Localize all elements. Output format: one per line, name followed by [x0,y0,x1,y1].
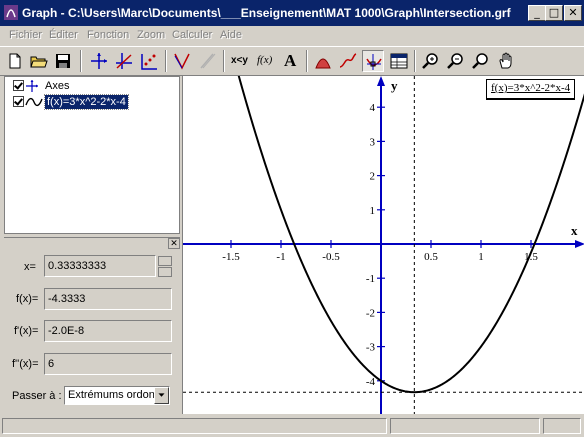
maximize-button[interactable]: □ [545,5,563,21]
x-tick-label: -0.5 [322,251,340,263]
curve-icon [25,97,43,107]
x-label: x= [24,261,36,273]
x-axis-arrow [575,240,584,248]
zoom-out-icon[interactable] [445,50,467,72]
axes-checkbox[interactable] [13,80,24,91]
toolbar: x<y f(x) A [0,46,584,76]
x-spin-down[interactable] [158,267,172,277]
fpx-label: f'(x)= [14,325,39,337]
toolbar-separator [165,50,167,72]
axes-icon [26,80,38,92]
menu-calculer[interactable]: Calculer [172,29,212,41]
insert-shading-icon[interactable] [196,50,218,72]
fpx-value-field: -2.0E-8 [44,320,172,342]
trendline-icon[interactable] [337,50,359,72]
zoom-window-icon[interactable] [470,50,492,72]
x-tick-label: -1.5 [222,251,240,263]
goto-select[interactable]: Extrémums ordonnée [64,386,170,405]
tree-item-label: Axes [45,80,70,92]
fppx-value-field: 6 [44,353,172,375]
status-pane-extra [543,418,581,434]
graph-canvas[interactable]: -1.5 -1 -0.5 0.5 1 1.5 4 3 2 1 -1 -2 -3 -4 x y f(x)=3*x… [182,0,584,414]
new-file-icon[interactable] [4,50,26,72]
table-icon[interactable] [388,50,410,72]
y-tick-label: 3 [370,136,376,148]
x-axis-label: x [571,223,578,238]
insert-axes-icon[interactable] [88,50,110,72]
title-bar: Graph - C:\Users\Marc\Documents\___Ensei… [0,0,584,26]
plot-svg[interactable]: -1.5 -1 -0.5 0.5 1 1.5 4 3 2 1 -1 -2 -3 -4 x y [183,0,584,414]
minimize-button[interactable]: _ [528,5,546,21]
evaluate-icon[interactable] [362,50,384,72]
f-of-x-label[interactable]: f(x) [255,50,277,72]
y-tick-label: -3 [366,342,376,354]
panel-header: ✕ [4,237,180,249]
insert-function-icon[interactable] [113,50,135,72]
fppx-label: f''(x)= [12,358,39,370]
insert-tangent-icon[interactable] [171,50,193,72]
move-hand-icon[interactable] [495,50,517,72]
y-tick-label: -2 [366,307,375,319]
x-equals-y-label[interactable]: x<y [229,50,251,72]
close-button[interactable]: ✕ [564,5,582,21]
status-pane-coords [390,418,540,434]
menu-bar: Fichier Éditer Fonction Zoom Calculer Ai… [0,26,584,45]
x-tick-label: 1 [478,251,484,263]
graph-legend: f(x)=3*x^2-2*x-4 [486,79,576,100]
y-tick-label: -1 [366,273,375,285]
menu-fonction[interactable]: Fonction [87,29,129,41]
goto-label: Passer à : [12,390,62,402]
save-icon[interactable] [52,50,74,72]
function-checkbox[interactable] [13,96,24,107]
panel-close-button[interactable]: ✕ [168,238,180,249]
y-tick-label: -4 [366,376,376,388]
toolbar-separator [223,50,225,72]
y-tick-label: 1 [370,205,376,217]
status-bar [0,415,584,437]
open-folder-icon[interactable] [28,50,50,72]
menu-editer[interactable]: Éditer [49,29,78,41]
status-pane-main [2,418,387,434]
y-axis-arrow [377,76,385,86]
y-tick-label: 4 [370,102,376,114]
tree-item-axes[interactable]: Axes [5,77,175,93]
chevron-down-icon[interactable] [154,387,169,404]
app-icon [4,5,18,20]
x-tick-label: -1 [276,251,285,263]
function-tree: Axes f(x)=3*x^2-2*x-4 [4,76,180,234]
insert-label-icon[interactable]: A [280,50,302,72]
zoom-in-icon[interactable] [420,50,442,72]
x-tick-label: 0.5 [424,251,438,263]
x-tick-label: 1.5 [524,251,538,263]
x-spin-up[interactable] [158,256,172,266]
toolbar-separator [80,50,82,72]
menu-zoom[interactable]: Zoom [137,29,165,41]
fx-value-field: -4.3333 [44,288,172,310]
window-title: Graph - C:\Users\Marc\Documents\___Ensei… [22,6,511,20]
toolbar-separator [414,50,416,72]
tree-item-function[interactable]: f(x)=3*x^2-2*x-4 [5,94,175,110]
insert-point-series-icon[interactable] [138,50,160,72]
y-axis-label: y [391,78,398,93]
tree-item-label: f(x)=3*x^2-2*x-4 [44,94,129,110]
function-curve [217,0,584,394]
menu-fichier[interactable]: Fichier [9,29,42,41]
x-input[interactable]: 0.33333333 [44,255,156,277]
y-tick-label: 2 [370,171,376,183]
shading-icon[interactable] [312,50,334,72]
menu-aide[interactable]: Aide [220,29,242,41]
toolbar-separator [306,50,308,72]
fx-label: f(x)= [16,293,39,305]
